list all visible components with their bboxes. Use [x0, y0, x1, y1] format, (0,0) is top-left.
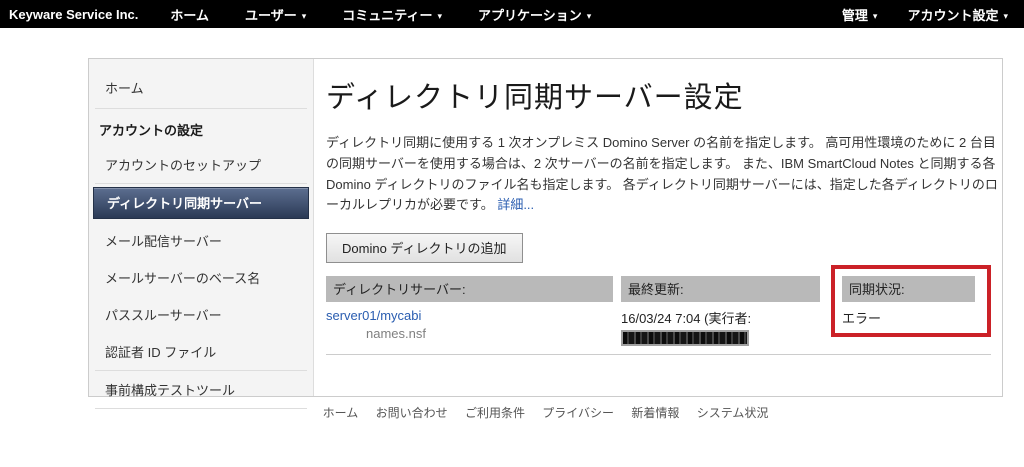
nav-item-communities[interactable]: コミュニティー ▾	[342, 5, 442, 24]
nav-item-applications[interactable]: アプリケーション ▾	[478, 5, 591, 24]
chevron-down-icon: ▾	[301, 10, 307, 21]
sidebar-item-certifier-id-file[interactable]: 認証者 ID ファイル	[89, 333, 313, 370]
top-navigation-bar: Keyware Service Inc. ホーム ユーザー ▾ コミュニティー ▾ …	[0, 0, 1024, 28]
content-panel: ホーム アカウントの設定 アカウントのセットアップ ディレクトリ同期サーバー メ…	[88, 58, 1003, 409]
sidebar-item-passthru-server[interactable]: パススルーサーバー	[89, 296, 313, 333]
primary-nav: ホーム ユーザー ▾ コミュニティー ▾ アプリケーション ▾	[170, 5, 627, 24]
chevron-down-icon: ▾	[437, 10, 443, 21]
nav-item-admin[interactable]: 管理 ▾	[842, 5, 878, 24]
redacted-executor-name	[621, 330, 749, 347]
footer-link-contact[interactable]: お問い合わせ	[376, 406, 448, 420]
page-description: ディレクトリ同期に使用する 1 次オンプレミス Domino Server の名…	[326, 133, 998, 216]
settings-sidebar: ホーム アカウントの設定 アカウントのセットアップ ディレクトリ同期サーバー メ…	[89, 59, 314, 409]
column-header-last-update: 最終更新:	[621, 276, 820, 303]
footer-link-home[interactable]: ホーム	[323, 406, 359, 420]
footer-link-system-status[interactable]: システム状況	[697, 406, 769, 420]
sync-status-value: エラー	[842, 311, 882, 327]
sidebar-item-home[interactable]: ホーム	[89, 69, 313, 108]
secondary-nav: 管理 ▾ アカウント設定 ▾	[812, 5, 1024, 24]
column-header-directory-server: ディレクトリサーバー:	[326, 276, 613, 303]
main-content: ディレクトリ同期サーバー設定 ディレクトリ同期に使用する 1 次オンプレミス D…	[314, 59, 1012, 396]
table-header-row: ディレクトリサーバー: 最終更新: 同期状況:	[326, 276, 991, 303]
cell-sync-status: エラー	[842, 308, 975, 346]
nav-item-users[interactable]: ユーザー ▾	[245, 5, 306, 24]
table-row: server01/mycabi names.nsf 16/03/24 7:04 …	[326, 302, 991, 356]
sidebar-item-mail-server-base-name[interactable]: メールサーバーのベース名	[89, 259, 313, 296]
cell-last-update: 16/03/24 7:04 (実行者:	[621, 308, 820, 347]
page-title: ディレクトリ同期サーバー設定	[326, 82, 744, 114]
column-header-sync-status: 同期状況:	[842, 276, 975, 303]
footer-link-privacy[interactable]: プライバシー	[542, 406, 614, 420]
brand-name: Keyware Service Inc.	[9, 6, 139, 22]
sidebar-section-account-settings: アカウントの設定	[99, 123, 204, 138]
sidebar-item-directory-sync-server[interactable]: ディレクトリ同期サーバー	[93, 187, 309, 219]
nav-item-home[interactable]: ホーム	[170, 5, 209, 24]
details-link[interactable]: 詳細...	[497, 197, 534, 212]
footer: ホーム お問い合わせ ご利用条件 プライバシー 新着情報 システム状況	[88, 404, 1003, 421]
sidebar-item-account-setup[interactable]: アカウントのセットアップ	[89, 146, 313, 183]
description-text: ディレクトリ同期に使用する 1 次オンプレミス Domino Server の名…	[326, 135, 998, 213]
cell-directory-server: server01/mycabi names.nsf	[326, 308, 613, 346]
nav-item-account-settings[interactable]: アカウント設定 ▾	[907, 5, 1008, 24]
chevron-down-icon: ▾	[872, 10, 878, 21]
chevron-down-icon: ▾	[1003, 10, 1008, 21]
footer-link-whats-new[interactable]: 新着情報	[631, 406, 679, 420]
sidebar-item-mail-delivery-server[interactable]: メール配信サーバー	[89, 222, 313, 259]
last-update-text: 16/03/24 7:04 (実行者:	[621, 311, 752, 327]
chevron-down-icon: ▾	[586, 10, 592, 21]
sidebar-item-preconfig-test-tool[interactable]: 事前構成テストツール	[89, 371, 313, 408]
server-link[interactable]: server01/mycabi	[326, 308, 421, 323]
footer-link-terms[interactable]: ご利用条件	[465, 406, 525, 420]
directory-file-name: names.nsf	[366, 326, 426, 342]
directory-server-table: ディレクトリサーバー: 最終更新: 同期状況: server01/mycabi …	[326, 265, 991, 356]
add-domino-directory-button[interactable]: Domino ディレクトリの追加	[326, 233, 523, 264]
sidebar-divider	[95, 183, 307, 184]
